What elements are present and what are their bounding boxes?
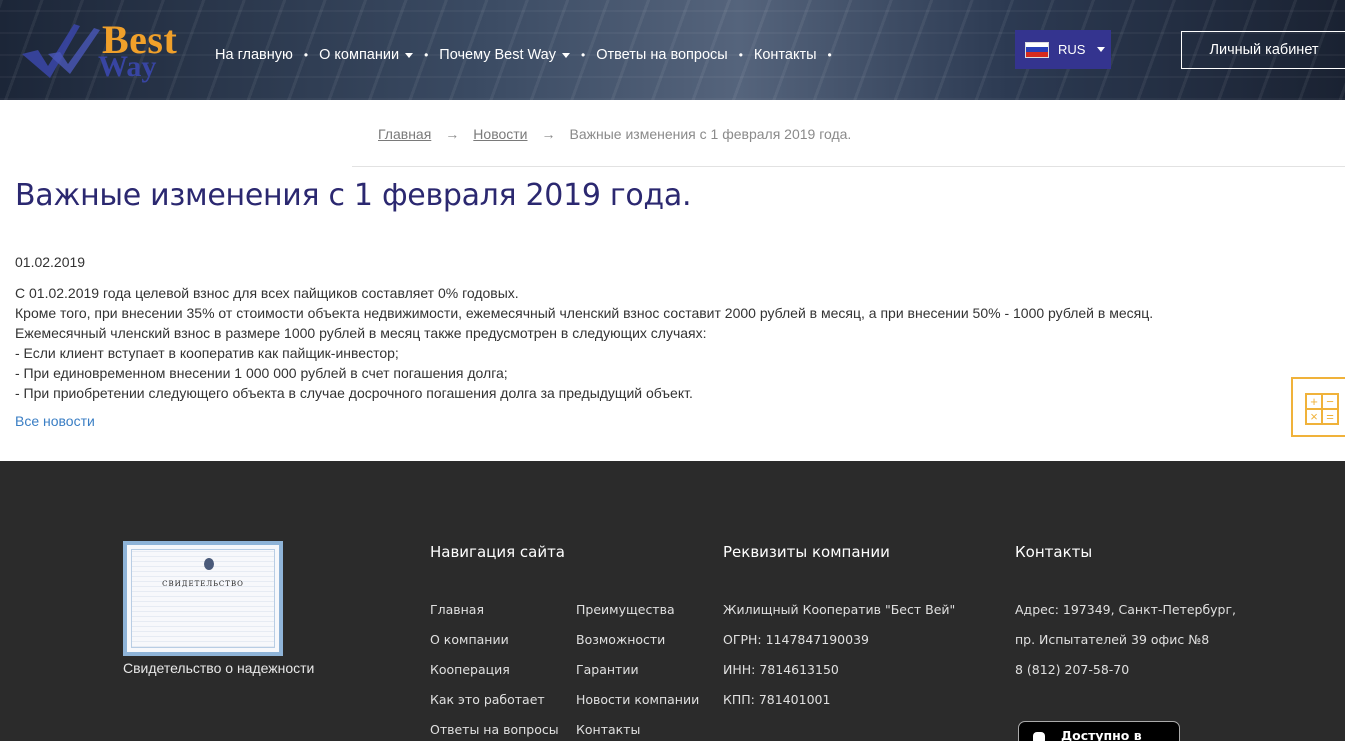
- footer-link-contacts[interactable]: Контакты: [576, 722, 640, 737]
- footer-link-home[interactable]: Главная: [430, 602, 484, 617]
- article-line: - При приобретении следующего объекта в …: [15, 385, 693, 401]
- nav-why-best-way[interactable]: Почему Best Way: [439, 47, 570, 63]
- footer-link-advantages[interactable]: Преимущества: [576, 602, 675, 617]
- nav-about[interactable]: О компании: [319, 47, 414, 63]
- nav-separator: •: [581, 48, 586, 62]
- certificate-image[interactable]: СВИДЕТЕЛЬСТВО: [123, 541, 283, 656]
- footer-link-company-news[interactable]: Новости компании: [576, 692, 699, 707]
- footer-nav-title: Навигация сайта: [430, 543, 565, 561]
- main-nav: На главную • О компании • Почему Best Wa…: [215, 47, 843, 63]
- certificate-caption[interactable]: Свидетельство о надежности: [123, 660, 314, 676]
- requisite-name: Жилищный Кооператив "Бест Вей": [723, 602, 956, 617]
- article-line: С 01.02.2019 года целевой взнос для всех…: [15, 285, 519, 301]
- divider: [352, 166, 1345, 167]
- calculator-icon: + − × =: [1305, 393, 1339, 425]
- footer-link-how-it-works[interactable]: Как это работает: [430, 692, 545, 707]
- certificate-title: СВИДЕТЕЛЬСТВО: [162, 580, 244, 588]
- footer-link-cooperation[interactable]: Кооперация: [430, 662, 510, 677]
- personal-cabinet-button[interactable]: Личный кабинет: [1181, 31, 1345, 69]
- russia-flag-icon: [1025, 41, 1049, 58]
- requisite-ogrn: ОГРН: 1147847190039: [723, 632, 869, 647]
- language-selector[interactable]: RUS: [1015, 30, 1111, 69]
- footer-link-faq[interactable]: Ответы на вопросы: [430, 722, 559, 737]
- breadcrumb: Главная → Новости → Важные изменения с 1…: [378, 126, 851, 142]
- chevron-down-icon: [405, 52, 414, 58]
- site-header: Best Way На главную • О компании • Почем…: [0, 0, 1345, 100]
- all-news-link[interactable]: Все новости: [15, 413, 95, 429]
- nav-faq[interactable]: Ответы на вопросы: [596, 47, 728, 63]
- breadcrumb-news-link[interactable]: Новости: [473, 126, 527, 142]
- chevron-down-icon: [562, 52, 570, 58]
- contact-phone[interactable]: 8 (812) 207-58-70: [1015, 662, 1129, 677]
- breadcrumb-home-link[interactable]: Главная: [378, 126, 431, 142]
- chevron-down-icon: [1097, 47, 1106, 52]
- arrow-right-icon: →: [541, 126, 556, 142]
- footer-requisites-title: Реквизиты компании: [723, 543, 890, 561]
- contact-address-line2: пр. Испытателей 39 офис №8: [1015, 632, 1210, 647]
- app-store-button[interactable]: Доступно в: [1018, 721, 1180, 741]
- article-date: 01.02.2019: [15, 254, 86, 270]
- article-body: С 01.02.2019 года целевой взнос для всех…: [15, 283, 1153, 403]
- nav-contacts[interactable]: Контакты: [754, 47, 817, 63]
- page-title: Важные изменения с 1 февраля 2019 года.: [15, 178, 692, 213]
- requisite-inn: ИНН: 7814613150: [723, 662, 839, 677]
- calculator-button[interactable]: + − × =: [1291, 377, 1345, 437]
- logo-way-text: Way: [98, 50, 157, 83]
- emblem-icon: [204, 558, 214, 570]
- nav-separator: •: [827, 48, 832, 62]
- footer-link-guarantees[interactable]: Гарантии: [576, 662, 639, 677]
- nav-separator: •: [738, 48, 743, 62]
- footer-link-opportunities[interactable]: Возможности: [576, 632, 665, 647]
- article-line: Кроме того, при внесении 35% от стоимост…: [15, 305, 1154, 321]
- article-line: Ежемесячный членский взнос в размере 100…: [15, 325, 707, 341]
- requisite-kpp: КПП: 781401001: [723, 692, 831, 707]
- article-line: - Если клиент вступает в кооператив как …: [15, 345, 399, 361]
- nav-separator: •: [303, 48, 309, 62]
- language-label: RUS: [1058, 42, 1086, 57]
- contact-address-line1: Адрес: 197349, Санкт-Петербург,: [1015, 602, 1237, 617]
- breadcrumb-current: Важные изменения с 1 февраля 2019 года.: [569, 126, 852, 142]
- apple-icon: [1033, 732, 1045, 741]
- app-store-label: Доступно в: [1061, 728, 1142, 741]
- nav-separator: •: [424, 48, 429, 62]
- footer-link-about[interactable]: О компании: [430, 632, 509, 647]
- article-line: - При единовременном внесении 1 000 000 …: [15, 365, 508, 381]
- nav-home[interactable]: На главную: [215, 47, 293, 63]
- logo[interactable]: Best Way: [18, 14, 188, 84]
- arrow-right-icon: →: [445, 126, 460, 142]
- footer-contacts-title: Контакты: [1015, 543, 1093, 561]
- site-footer: СВИДЕТЕЛЬСТВО Свидетельство о надежности…: [0, 461, 1345, 741]
